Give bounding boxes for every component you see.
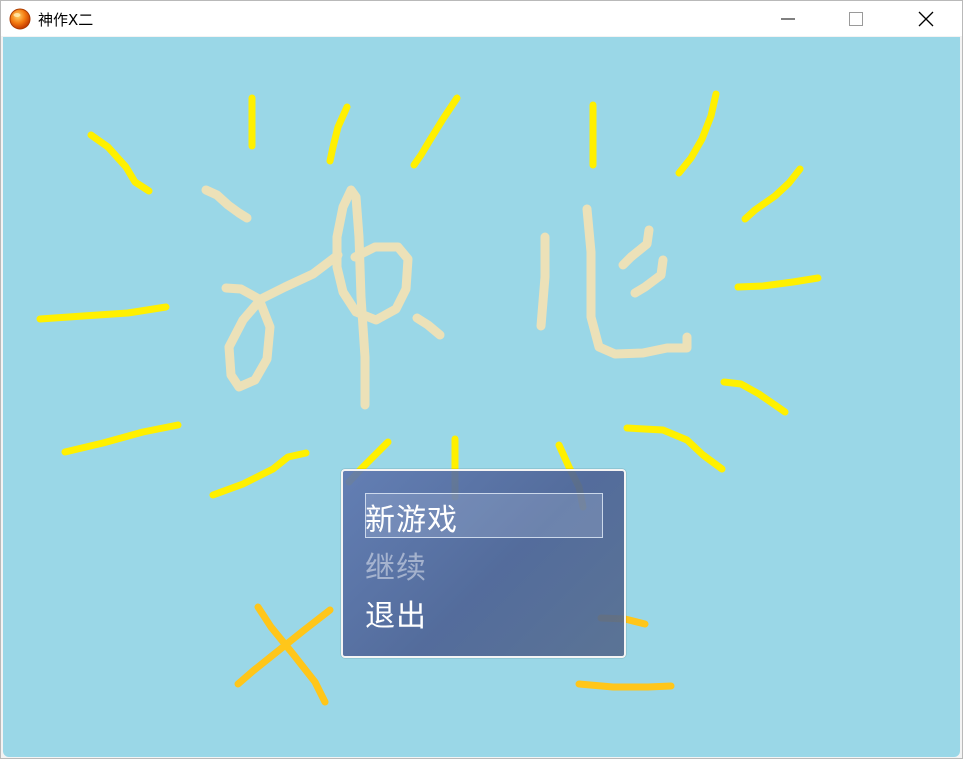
menu-item-new-game[interactable]: 新游戏 [365, 495, 458, 539]
orange-sun-icon [9, 8, 31, 30]
maximize-icon [849, 11, 863, 26]
logo-shen-character [201, 185, 445, 410]
minimize-button[interactable] [755, 1, 821, 36]
close-icon [918, 11, 934, 26]
title-bar[interactable]: 神作X二 [1, 1, 962, 36]
maximize-button[interactable] [823, 1, 889, 36]
menu-item-exit[interactable]: 退出 [365, 591, 427, 635]
close-button[interactable] [893, 1, 959, 36]
game-window: 神作X二 新游戏 继续 退出 [0, 0, 963, 759]
logo-xin-character [536, 204, 692, 359]
title-menu: 新游戏 继续 退出 [341, 469, 626, 658]
window-title: 神作X二 [38, 11, 94, 29]
minimize-icon [781, 18, 795, 19]
sun-rays [36, 90, 822, 511]
game-screen[interactable]: 新游戏 继续 退出 [3, 37, 960, 757]
menu-item-continue[interactable]: 继续 [365, 543, 427, 587]
